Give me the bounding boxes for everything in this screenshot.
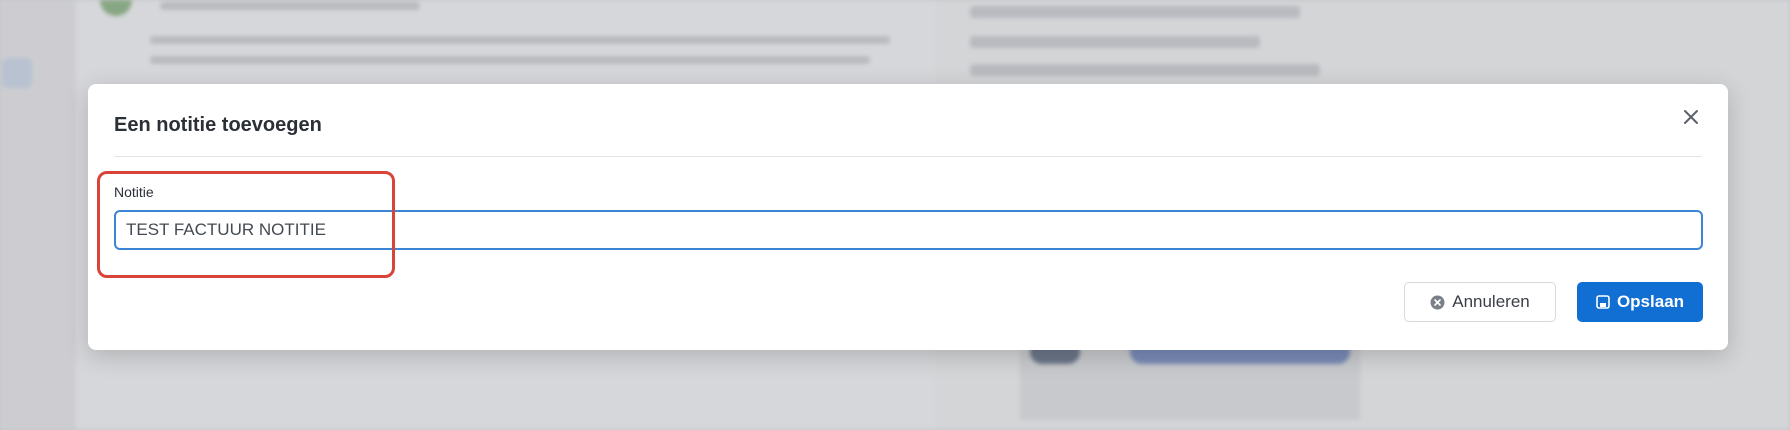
dialog-title: Een notitie toevoegen (114, 114, 322, 136)
close-icon (1682, 108, 1700, 126)
cancel-button-label: Annuleren (1452, 292, 1530, 311)
highlight-annotation (97, 171, 395, 278)
cancel-button[interactable]: Annuleren (1404, 282, 1556, 322)
x-circle-icon (1430, 295, 1445, 310)
header-divider (114, 156, 1702, 157)
save-button-label: Opslaan (1616, 292, 1685, 311)
close-button[interactable] (1676, 102, 1706, 132)
floppy-disk-icon (1596, 295, 1610, 309)
save-button[interactable]: Opslaan (1577, 282, 1703, 322)
